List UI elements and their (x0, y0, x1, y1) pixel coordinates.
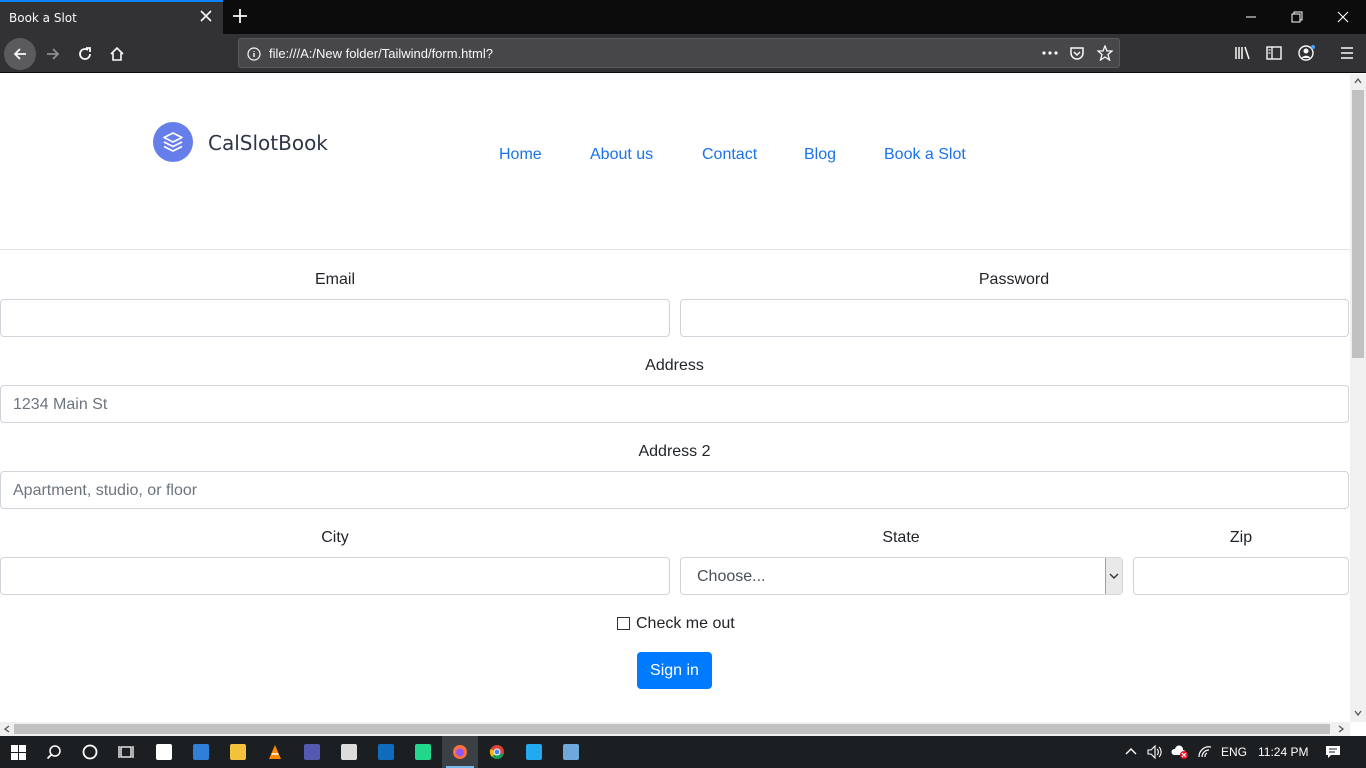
state-label: State (882, 529, 920, 546)
paint-icon[interactable] (553, 736, 589, 768)
input-language[interactable]: ENG (1221, 745, 1247, 759)
mail-icon[interactable] (183, 736, 219, 768)
password-label: Password (978, 271, 1050, 288)
outlook-icon[interactable] (368, 736, 404, 768)
brand-name[interactable]: CalSlotBook (208, 131, 328, 155)
h-app-icon[interactable] (331, 736, 367, 768)
wifi-icon[interactable] (1197, 745, 1213, 762)
back-icon[interactable] (4, 38, 36, 70)
address-field[interactable]: 1234 Main St (0, 385, 1349, 423)
nav-link-blog[interactable]: Blog (804, 146, 836, 164)
state-select[interactable]: Choose... (680, 557, 1123, 595)
city-field[interactable] (0, 557, 670, 595)
home-icon[interactable] (101, 38, 133, 70)
address2-label: Address 2 (638, 443, 711, 460)
nav-link-contact[interactable]: Contact (702, 146, 757, 164)
vlc-icon[interactable] (257, 736, 293, 768)
logo[interactable] (153, 122, 193, 162)
forward-icon[interactable] (37, 38, 69, 70)
cortana-icon[interactable] (72, 736, 108, 768)
teams-icon[interactable] (294, 736, 330, 768)
minimize-icon[interactable] (1228, 0, 1274, 32)
chrome-icon[interactable] (479, 736, 515, 768)
email-field[interactable] (0, 299, 670, 337)
show-hidden-icons-icon[interactable] (1125, 745, 1137, 759)
scroll-up-icon[interactable] (1354, 78, 1362, 84)
header-divider (0, 249, 1350, 250)
url-text[interactable]: file:///A:/New folder/Tailwind/form.html… (269, 46, 493, 61)
page-content: CalSlotBook Home About us Contact Blog B… (0, 74, 1350, 722)
horizontal-scroll-thumb[interactable] (14, 724, 1330, 734)
horizontal-scrollbar[interactable] (0, 722, 1350, 736)
store-icon[interactable] (146, 736, 182, 768)
bookmark-star-icon[interactable] (1096, 44, 1114, 65)
zip-field[interactable] (1133, 557, 1349, 595)
nav-link-home[interactable]: Home (499, 146, 542, 164)
page-actions-icon[interactable] (1041, 45, 1059, 65)
address2-field[interactable]: Apartment, studio, or floor (0, 471, 1349, 509)
tab-book-a-slot[interactable]: Book a Slot (0, 0, 223, 34)
tab-title: Book a Slot (9, 11, 77, 25)
file-explorer-icon[interactable] (220, 736, 256, 768)
scroll-down-icon[interactable] (1354, 710, 1362, 716)
clock[interactable]: 11:24 PM (1258, 745, 1308, 759)
firefox-icon[interactable] (442, 736, 478, 768)
new-tab-icon[interactable] (229, 5, 251, 27)
check-me-out-checkbox[interactable] (617, 617, 630, 630)
close-window-icon[interactable] (1320, 0, 1366, 32)
email-label: Email (314, 271, 355, 288)
checkbox-label[interactable]: Check me out (636, 615, 735, 633)
windows-start-icon[interactable] (0, 736, 36, 768)
restore-icon[interactable] (1274, 0, 1320, 32)
search-icon[interactable] (36, 736, 72, 768)
vertical-scroll-thumb[interactable] (1352, 90, 1364, 358)
nav-link-about-us[interactable]: About us (590, 146, 653, 164)
password-field[interactable] (680, 299, 1349, 337)
chevron-down-icon[interactable] (1105, 558, 1122, 594)
navigation-toolbar: file:///A:/New folder/Tailwind/form.html… (0, 34, 1366, 73)
zip-label: Zip (1229, 529, 1253, 546)
city-label: City (321, 529, 349, 546)
vertical-scrollbar[interactable] (1350, 74, 1366, 722)
scroll-left-icon[interactable] (4, 725, 10, 733)
site-info-icon[interactable] (247, 46, 261, 65)
vscode-icon[interactable] (516, 736, 552, 768)
reload-icon[interactable] (69, 38, 101, 70)
address-label: Address (645, 357, 704, 374)
close-tab-icon[interactable] (197, 7, 215, 25)
notifications-icon[interactable] (1325, 745, 1341, 762)
sign-in-button[interactable]: Sign in (637, 652, 712, 689)
volume-icon[interactable] (1147, 744, 1163, 762)
taskbar: ENG 11:24 PM (0, 736, 1366, 768)
menu-icon[interactable] (1339, 45, 1355, 65)
url-bar[interactable]: file:///A:/New folder/Tailwind/form.html… (238, 38, 1120, 68)
state-selected-value: Choose... (697, 568, 766, 585)
sidebar-icon[interactable] (1266, 45, 1282, 65)
scroll-right-icon[interactable] (1338, 725, 1344, 733)
pocket-icon[interactable] (1069, 45, 1085, 65)
tab-bar: Book a Slot (0, 0, 1366, 34)
onedrive-error-icon[interactable] (1171, 745, 1189, 762)
pycharm-icon[interactable] (405, 736, 441, 768)
task-view-icon[interactable] (108, 736, 144, 768)
nav-link-book-a-slot[interactable]: Book a Slot (884, 146, 966, 164)
account-icon[interactable] (1298, 45, 1316, 65)
library-icon[interactable] (1234, 45, 1252, 65)
